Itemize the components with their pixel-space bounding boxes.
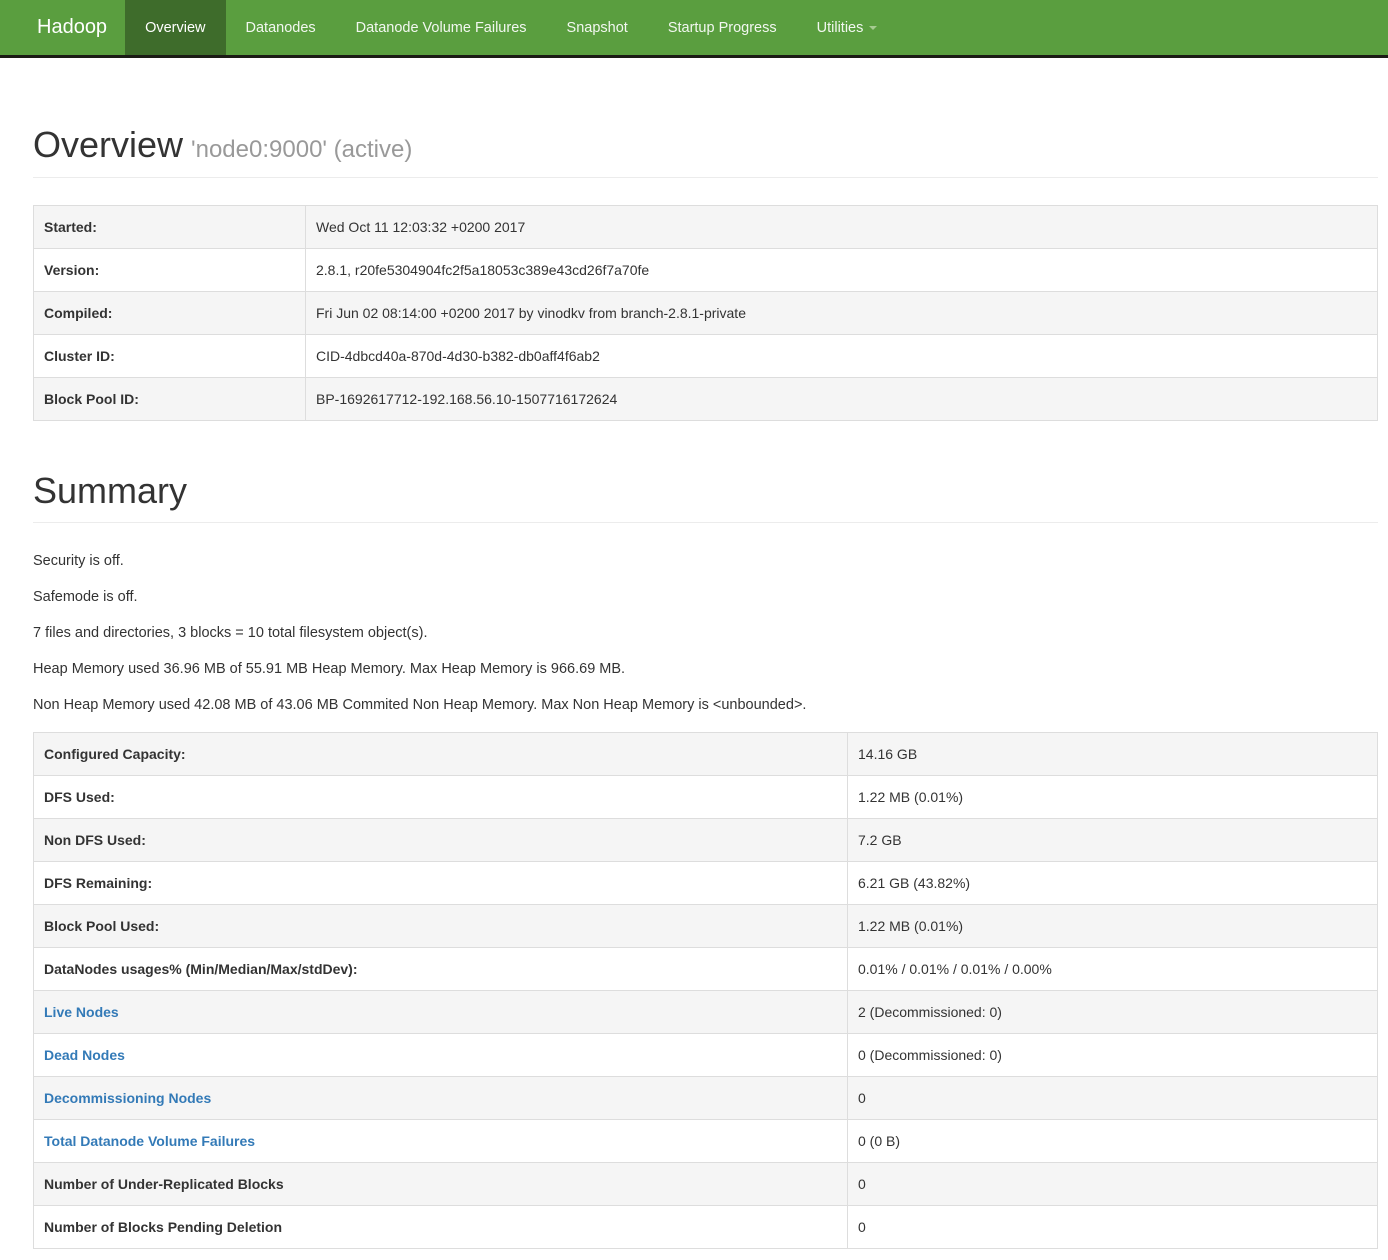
top-navbar: Hadoop Overview Datanodes Datanode Volume … [0, 0, 1388, 58]
nav-tab-overview[interactable]: Overview [125, 0, 225, 55]
row-value: 1.22 MB (0.01%) [848, 776, 1378, 819]
total-datanode-volume-failures-link[interactable]: Total Datanode Volume Failures [44, 1133, 255, 1149]
overview-info-table: Started:Wed Oct 11 12:03:32 +0200 2017Ve… [33, 205, 1378, 421]
row-value: CID-4dbcd40a-870d-4d30-b382-db0aff4f6ab2 [306, 334, 1378, 377]
row-value: 7.2 GB [848, 819, 1378, 862]
page-title-text: Overview [33, 124, 183, 165]
nav-tab-label: Utilities [817, 20, 864, 36]
dead-nodes-link[interactable]: Dead Nodes [44, 1047, 125, 1063]
caret-down-icon [869, 26, 877, 30]
nav-tab-label: Datanode Volume Failures [356, 20, 527, 36]
row-value: BP-1692617712-192.168.56.10-150771617262… [306, 377, 1378, 420]
decommissioning-nodes-link[interactable]: Decommissioning Nodes [44, 1090, 211, 1106]
nav-tab-label: Datanodes [246, 20, 316, 36]
row-label: Number of Blocks Pending Deletion [34, 1206, 848, 1249]
page-title: Overview 'node0:9000' (active) [33, 125, 1378, 165]
summary-paragraph: Safemode is off. [33, 587, 1378, 607]
row-label: Dead Nodes [34, 1034, 848, 1077]
table-row: Block Pool ID:BP-1692617712-192.168.56.1… [34, 377, 1378, 420]
table-row: Total Datanode Volume Failures 0 (0 B) [34, 1120, 1378, 1163]
nav-tab-label: Startup Progress [668, 20, 777, 36]
row-value: 2 (Decommissioned: 0) [848, 991, 1378, 1034]
table-row: Started:Wed Oct 11 12:03:32 +0200 2017 [34, 205, 1378, 248]
row-label: Compiled: [34, 291, 306, 334]
nav-tab-snapshot[interactable]: Snapshot [547, 0, 648, 55]
row-value: Fri Jun 02 08:14:00 +0200 2017 by vinodk… [306, 291, 1378, 334]
row-label: Non DFS Used: [34, 819, 848, 862]
summary-paragraph: Heap Memory used 36.96 MB of 55.91 MB He… [33, 659, 1378, 679]
row-label: Version: [34, 248, 306, 291]
row-value: 0.01% / 0.01% / 0.01% / 0.00% [848, 948, 1378, 991]
nav-tab-label: Snapshot [567, 20, 628, 36]
summary-paragraph: Non Heap Memory used 42.08 MB of 43.06 M… [33, 695, 1378, 715]
row-value: 0 (0 B) [848, 1120, 1378, 1163]
row-label: Started: [34, 205, 306, 248]
table-row: Compiled:Fri Jun 02 08:14:00 +0200 2017 … [34, 291, 1378, 334]
table-row: Decommissioning Nodes 0 [34, 1077, 1378, 1120]
table-row: Configured Capacity:14.16 GB [34, 733, 1378, 776]
table-row: Number of Under-Replicated Blocks0 [34, 1163, 1378, 1206]
row-value: 0 [848, 1206, 1378, 1249]
row-value: 0 [848, 1163, 1378, 1206]
row-label: DataNodes usages% (Min/Median/Max/stdDev… [34, 948, 848, 991]
table-row: Block Pool Used:1.22 MB (0.01%) [34, 905, 1378, 948]
row-label: DFS Remaining: [34, 862, 848, 905]
table-row: Dead Nodes 0 (Decommissioned: 0) [34, 1034, 1378, 1077]
nav-tab-label: Overview [145, 20, 205, 36]
row-value: 1.22 MB (0.01%) [848, 905, 1378, 948]
table-row: DataNodes usages% (Min/Median/Max/stdDev… [34, 948, 1378, 991]
row-label: DFS Used: [34, 776, 848, 819]
summary-paragraph: Security is off. [33, 551, 1378, 571]
row-label: Block Pool Used: [34, 905, 848, 948]
row-label: Decommissioning Nodes [34, 1077, 848, 1120]
row-label: Number of Under-Replicated Blocks [34, 1163, 848, 1206]
page-title-subtitle: 'node0:9000' (active) [191, 136, 412, 163]
row-value: 0 (Decommissioned: 0) [848, 1034, 1378, 1077]
row-value: 6.21 GB (43.82%) [848, 862, 1378, 905]
overview-header: Overview 'node0:9000' (active) [33, 125, 1378, 178]
nav-tab-datanode-volume-failures[interactable]: Datanode Volume Failures [336, 0, 547, 55]
table-row: Non DFS Used:7.2 GB [34, 819, 1378, 862]
table-row: Cluster ID:CID-4dbcd40a-870d-4d30-b382-d… [34, 334, 1378, 377]
nav-tabs: Overview Datanodes Datanode Volume Failure… [125, 0, 897, 55]
row-value: 0 [848, 1077, 1378, 1120]
live-nodes-link[interactable]: Live Nodes [44, 1004, 119, 1020]
nav-tab-utilities[interactable]: Utilities [797, 0, 898, 55]
row-label: Cluster ID: [34, 334, 306, 377]
main-content: Overview 'node0:9000' (active) Started:We… [33, 125, 1378, 1249]
summary-status-text: Security is off. Safemode is off. 7 files … [33, 551, 1378, 715]
summary-title: Summary [33, 471, 1378, 511]
summary-metrics-table: Configured Capacity:14.16 GBDFS Used:1.2… [33, 732, 1378, 1249]
table-row: Number of Blocks Pending Deletion0 [34, 1206, 1378, 1249]
row-label: Live Nodes [34, 991, 848, 1034]
nav-tab-datanodes[interactable]: Datanodes [226, 0, 336, 55]
table-row: Live Nodes 2 (Decommissioned: 0) [34, 991, 1378, 1034]
row-label: Block Pool ID: [34, 377, 306, 420]
summary-paragraph: 7 files and directories, 3 blocks = 10 t… [33, 623, 1378, 643]
row-label: Configured Capacity: [34, 733, 848, 776]
row-value: 2.8.1, r20fe5304904fc2f5a18053c389e43cd2… [306, 248, 1378, 291]
row-value: 14.16 GB [848, 733, 1378, 776]
table-row: DFS Used:1.22 MB (0.01%) [34, 776, 1378, 819]
row-label: Total Datanode Volume Failures [34, 1120, 848, 1163]
nav-tab-startup-progress[interactable]: Startup Progress [648, 0, 797, 55]
summary-header: Summary [33, 471, 1378, 524]
row-value: Wed Oct 11 12:03:32 +0200 2017 [306, 205, 1378, 248]
brand-hadoop[interactable]: Hadoop [0, 0, 125, 55]
table-row: DFS Remaining:6.21 GB (43.82%) [34, 862, 1378, 905]
table-row: Version:2.8.1, r20fe5304904fc2f5a18053c3… [34, 248, 1378, 291]
